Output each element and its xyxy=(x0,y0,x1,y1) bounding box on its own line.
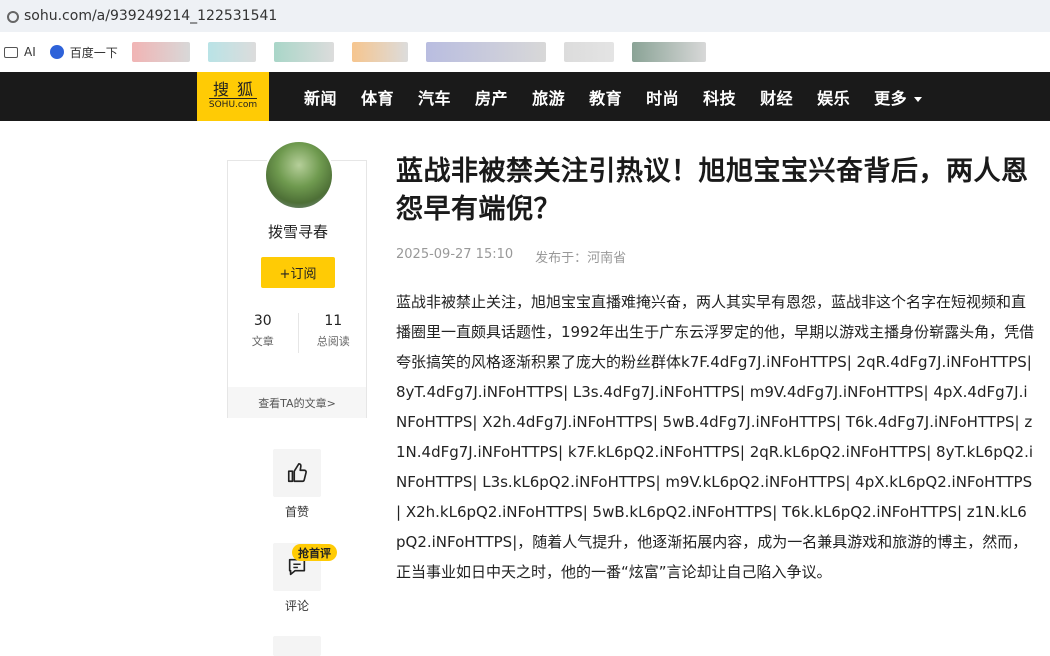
nav-item-house[interactable]: 房产 xyxy=(475,85,508,109)
blurred-bookmark[interactable] xyxy=(131,42,190,62)
blurred-bookmark[interactable] xyxy=(273,42,334,62)
logo-subtext: SOHU.com xyxy=(208,98,258,110)
nav-item-news[interactable]: 新闻 xyxy=(304,85,337,109)
nav-item-sports[interactable]: 体育 xyxy=(361,85,394,109)
bookmark-label: 百度一下 xyxy=(69,45,118,60)
site-info-icon[interactable] xyxy=(6,9,19,23)
blurred-bookmark[interactable] xyxy=(425,42,546,62)
author-stats: 30 文章 11 总阅读 xyxy=(228,313,368,355)
stat-reads: 11 总阅读 xyxy=(299,313,369,355)
nav-item-education[interactable]: 教育 xyxy=(589,85,622,109)
blurred-bookmark[interactable] xyxy=(631,42,706,62)
stat-value: 30 xyxy=(253,313,272,329)
bookmarks-bar: AI 百度一下 xyxy=(0,32,1050,72)
address-bar[interactable]: sohu.com/a/939249214_122531541 xyxy=(0,0,1050,32)
comment-label: 评论 xyxy=(284,599,309,613)
share-button[interactable] xyxy=(273,636,321,656)
article-title: 蓝战非被禁关注引热议！旭旭宝宝兴奋背后，两人恩怨早有端倪？ xyxy=(396,156,1029,225)
like-label: 首赞 xyxy=(284,505,309,519)
logo-text: 搜狐 xyxy=(212,80,261,99)
nav-item-entertainment[interactable]: 娱乐 xyxy=(817,85,850,109)
nav-menu: 新闻 体育 汽车 房产 旅游 教育 时尚 科技 财经 娱乐 更多 xyxy=(304,72,946,121)
like-button[interactable] xyxy=(273,449,321,497)
nav-item-tech[interactable]: 科技 xyxy=(703,85,736,109)
stat-label: 总阅读 xyxy=(316,335,350,348)
article-body: 蓝战非被禁止关注，旭旭宝宝直播难掩兴奋，两人其实早有恩怨，蓝战非这个名字在短视频… xyxy=(396,293,1035,581)
author-name[interactable]: 拨雪寻春 xyxy=(228,221,368,242)
blurred-bookmark[interactable] xyxy=(351,42,408,62)
nav-item-finance[interactable]: 财经 xyxy=(760,85,793,109)
publish-location: 发布于：河南省 xyxy=(535,251,627,266)
blurred-bookmark[interactable] xyxy=(207,42,256,62)
author-card: 拨雪寻春 +订阅 30 文章 11 总阅读 查看TA的文章> xyxy=(227,140,368,418)
baidu-paw-icon xyxy=(49,45,64,59)
stat-articles: 30 文章 xyxy=(228,313,298,355)
stat-value: 11 xyxy=(324,313,343,329)
bookmark-label: AI xyxy=(24,45,36,59)
site-navbar: 搜狐 SOHU.com 新闻 体育 汽车 房产 旅游 教育 时尚 科技 财经 娱… xyxy=(0,72,1050,121)
bookmark-baidu[interactable]: 百度一下 xyxy=(49,44,118,61)
first-comment-badge: 抢首评 xyxy=(292,544,337,561)
bookmark-ai[interactable]: AI xyxy=(4,45,36,59)
nav-item-more[interactable]: 更多 xyxy=(874,85,922,109)
see-author-articles-link[interactable]: 查看TA的文章> xyxy=(228,387,366,418)
nav-item-auto[interactable]: 汽车 xyxy=(418,85,451,109)
stat-label: 文章 xyxy=(251,335,274,348)
avatar[interactable] xyxy=(264,140,334,210)
sohu-logo[interactable]: 搜狐 SOHU.com xyxy=(197,72,269,121)
publish-date: 2025-09-27 15:10 xyxy=(396,247,514,262)
article-meta: 2025-09-27 15:10 发布于：河南省 xyxy=(396,247,648,266)
subscribe-button[interactable]: +订阅 xyxy=(261,257,335,288)
nav-item-travel[interactable]: 旅游 xyxy=(532,85,565,109)
url-text[interactable]: sohu.com/a/939249214_122531541 xyxy=(24,8,277,24)
folder-icon xyxy=(4,46,18,58)
blurred-bookmark[interactable] xyxy=(563,42,614,62)
thumbs-up-icon xyxy=(287,463,307,483)
nav-item-fashion[interactable]: 时尚 xyxy=(646,85,679,109)
